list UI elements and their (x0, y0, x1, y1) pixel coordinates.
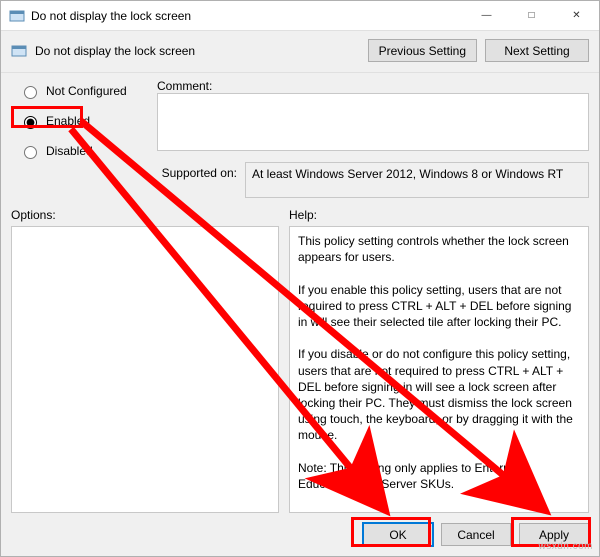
dialog-buttons: OK Cancel Apply (1, 513, 599, 556)
radio-enabled[interactable]: Enabled (19, 113, 149, 129)
radio-label: Enabled (46, 114, 90, 128)
cancel-button[interactable]: Cancel (441, 523, 511, 546)
right-stack: Comment: Supported on: At least Windows … (157, 79, 589, 198)
state-radios: Not Configured Enabled Disabled (19, 79, 149, 159)
policy-icon (9, 8, 25, 24)
minimize-button[interactable]: — (464, 1, 509, 31)
radio-disabled[interactable]: Disabled (19, 143, 149, 159)
comment-input[interactable] (157, 93, 589, 151)
radio-label: Disabled (46, 144, 93, 158)
supported-label: Supported on: (157, 162, 237, 198)
help-text: This policy setting controls whether the… (289, 226, 589, 513)
radio-label: Not Configured (46, 84, 127, 98)
radio-not-configured-input[interactable] (24, 86, 37, 99)
header: Do not display the lock screen Previous … (1, 31, 599, 70)
comment-label: Comment: (157, 79, 212, 93)
help-column: Help: This policy setting controls wheth… (289, 208, 589, 513)
close-button[interactable]: ✕ (554, 1, 599, 31)
radio-disabled-input[interactable] (24, 146, 37, 159)
options-column: Options: (11, 208, 279, 513)
help-label: Help: (289, 208, 589, 222)
watermark: wsxdn.com (538, 541, 593, 552)
policy-icon (11, 43, 27, 59)
comment-row: Comment: (157, 79, 589, 154)
ok-button[interactable]: OK (363, 523, 433, 546)
next-setting-button[interactable]: Next Setting (485, 39, 589, 62)
titlebar: Do not display the lock screen — □ ✕ (1, 1, 599, 31)
maximize-button[interactable]: □ (509, 1, 554, 31)
radio-enabled-input[interactable] (24, 116, 37, 129)
supported-row: Supported on: At least Windows Server 20… (157, 162, 589, 198)
options-box (11, 226, 279, 513)
supported-on-text: At least Windows Server 2012, Windows 8 … (245, 162, 589, 198)
state-area: Not Configured Enabled Disabled Comment:… (1, 73, 599, 202)
window-title: Do not display the lock screen (31, 9, 191, 23)
options-label: Options: (11, 208, 279, 222)
radio-not-configured[interactable]: Not Configured (19, 83, 149, 99)
columns: Options: Help: This policy setting contr… (1, 202, 599, 513)
header-title: Do not display the lock screen (35, 44, 360, 58)
previous-setting-button[interactable]: Previous Setting (368, 39, 477, 62)
dialog-window: Do not display the lock screen — □ ✕ Do … (0, 0, 600, 557)
